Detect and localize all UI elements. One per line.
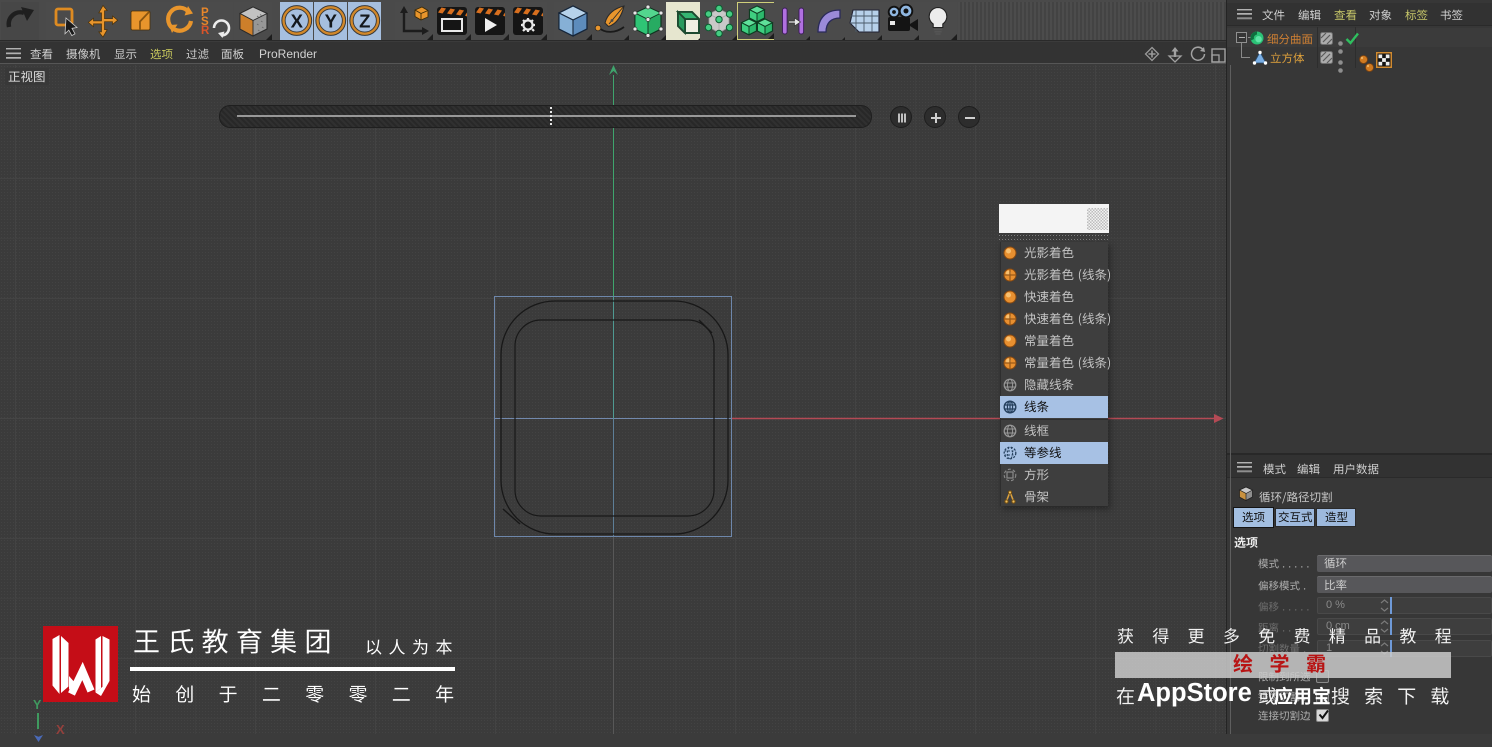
svg-text:X: X: [291, 11, 304, 32]
svg-text:R: R: [201, 25, 210, 37]
svg-text:Y: Y: [325, 11, 338, 32]
svg-text:Z: Z: [359, 11, 370, 32]
